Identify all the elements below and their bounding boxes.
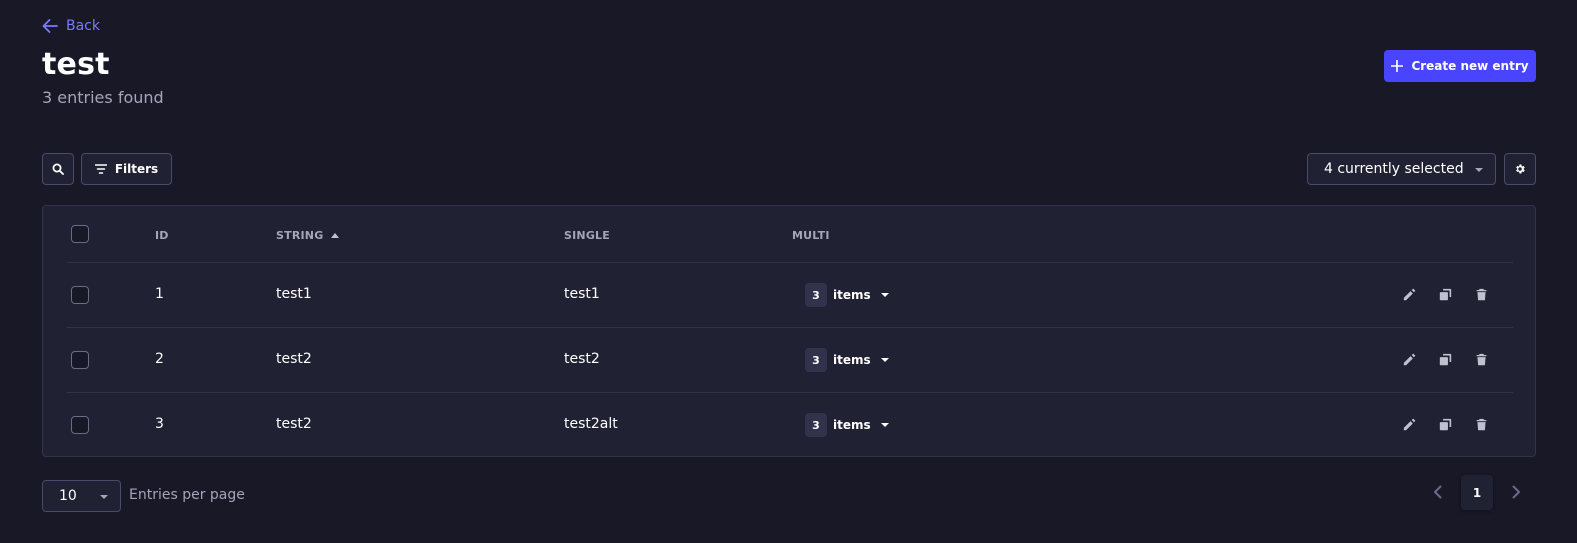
duplicate-icon bbox=[1439, 288, 1451, 300]
multi-label: items bbox=[833, 288, 871, 302]
chevron-down-icon bbox=[100, 495, 108, 499]
table-header: ID STRING SINGLE MULTI bbox=[43, 206, 1535, 263]
trash-icon bbox=[1476, 353, 1486, 365]
plus-icon bbox=[1391, 60, 1404, 72]
duplicate-icon bbox=[1439, 353, 1451, 365]
entries-count: 3 entries found bbox=[42, 88, 164, 107]
delete-button[interactable] bbox=[1473, 286, 1489, 302]
pencil-icon bbox=[1403, 288, 1415, 300]
multi-relations-dropdown[interactable]: 3 items bbox=[805, 283, 889, 307]
next-page-button[interactable] bbox=[1508, 484, 1524, 500]
content-manager-list-view: Back test 3 entries found Create new ent… bbox=[0, 0, 1577, 543]
back-label: Back bbox=[66, 18, 100, 34]
cell-string: test2 bbox=[276, 351, 312, 367]
multi-label: items bbox=[833, 353, 871, 367]
chevron-right-icon bbox=[1512, 485, 1520, 499]
header-string[interactable]: STRING bbox=[276, 229, 340, 242]
per-page-value: 10 bbox=[59, 488, 77, 504]
search-icon bbox=[52, 163, 64, 175]
cell-single: test2alt bbox=[564, 416, 618, 432]
multi-count-badge: 3 bbox=[805, 283, 827, 307]
chevron-down-icon bbox=[880, 358, 889, 362]
row-checkbox[interactable] bbox=[71, 286, 89, 304]
pencil-icon bbox=[1403, 418, 1415, 430]
edit-button[interactable] bbox=[1401, 351, 1417, 367]
cell-id: 2 bbox=[155, 351, 164, 367]
multi-label: items bbox=[833, 418, 871, 432]
cell-string: test1 bbox=[276, 286, 312, 302]
trash-icon bbox=[1476, 288, 1486, 300]
filter-icon bbox=[94, 164, 107, 174]
cell-string: test2 bbox=[276, 416, 312, 432]
header-multi[interactable]: MULTI bbox=[792, 229, 830, 242]
entries-table: ID STRING SINGLE MULTI 1 test1 test1 3 i… bbox=[42, 205, 1536, 457]
header-string-label: STRING bbox=[276, 229, 324, 242]
settings-button[interactable] bbox=[1504, 153, 1536, 185]
create-new-entry-label: Create new entry bbox=[1411, 59, 1529, 73]
duplicate-icon bbox=[1439, 418, 1451, 430]
select-all-checkbox[interactable] bbox=[71, 225, 89, 243]
create-new-entry-button[interactable]: Create new entry bbox=[1384, 50, 1536, 82]
table-row[interactable]: 3 test2 test2alt 3 items bbox=[67, 392, 1513, 456]
previous-page-button[interactable] bbox=[1430, 484, 1446, 500]
chevron-down-icon bbox=[1475, 168, 1483, 172]
page-title: test bbox=[42, 47, 110, 82]
columns-select[interactable]: 4 currently selected bbox=[1307, 153, 1496, 185]
multi-relations-dropdown[interactable]: 3 items bbox=[805, 413, 889, 437]
page-1-button[interactable]: 1 bbox=[1461, 475, 1493, 510]
table-row[interactable]: 2 test2 test2 3 items bbox=[67, 327, 1513, 391]
sort-ascending-icon[interactable] bbox=[331, 232, 340, 238]
pencil-icon bbox=[1403, 353, 1415, 365]
chevron-down-icon bbox=[880, 423, 889, 427]
edit-button[interactable] bbox=[1401, 286, 1417, 302]
cell-single: test1 bbox=[564, 286, 600, 302]
entries-per-page-select[interactable]: 10 bbox=[42, 480, 121, 512]
columns-select-value: 4 currently selected bbox=[1324, 161, 1464, 177]
trash-icon bbox=[1476, 418, 1486, 430]
back-link[interactable]: Back bbox=[42, 18, 100, 34]
header-id[interactable]: ID bbox=[155, 229, 169, 242]
arrow-left-icon bbox=[42, 19, 58, 33]
row-checkbox[interactable] bbox=[71, 351, 89, 369]
multi-relations-dropdown[interactable]: 3 items bbox=[805, 348, 889, 372]
duplicate-button[interactable] bbox=[1437, 351, 1453, 367]
delete-button[interactable] bbox=[1473, 416, 1489, 432]
multi-count-badge: 3 bbox=[805, 348, 827, 372]
gear-icon bbox=[1516, 164, 1525, 174]
row-checkbox[interactable] bbox=[71, 416, 89, 434]
entries-per-page-label: Entries per page bbox=[129, 487, 245, 503]
cell-id: 3 bbox=[155, 416, 164, 432]
chevron-left-icon bbox=[1434, 485, 1442, 499]
chevron-down-icon bbox=[880, 293, 889, 297]
multi-count-badge: 3 bbox=[805, 413, 827, 437]
cell-id: 1 bbox=[155, 286, 164, 302]
duplicate-button[interactable] bbox=[1437, 416, 1453, 432]
filters-button[interactable]: Filters bbox=[81, 153, 172, 185]
edit-button[interactable] bbox=[1401, 416, 1417, 432]
cell-single: test2 bbox=[564, 351, 600, 367]
filters-label: Filters bbox=[114, 162, 159, 176]
delete-button[interactable] bbox=[1473, 351, 1489, 367]
table-row[interactable]: 1 test1 test1 3 items bbox=[67, 262, 1513, 326]
duplicate-button[interactable] bbox=[1437, 286, 1453, 302]
header-single[interactable]: SINGLE bbox=[564, 229, 610, 242]
search-button[interactable] bbox=[42, 153, 74, 185]
